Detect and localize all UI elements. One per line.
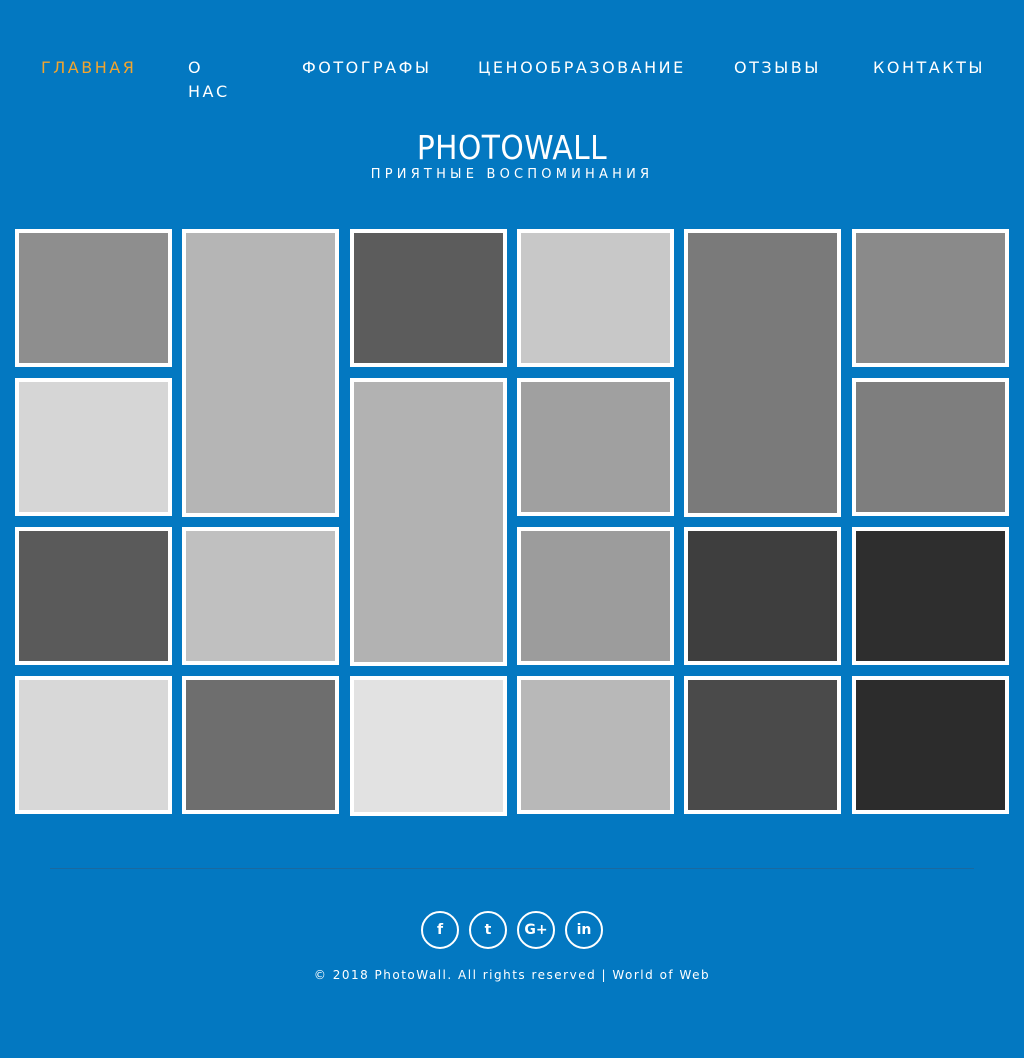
linkedin-icon[interactable]: in [565, 911, 603, 949]
photo-fill [688, 531, 837, 661]
photo-fill [186, 233, 335, 513]
gallery-tile-21[interactable] [852, 676, 1009, 814]
photo-fill [521, 531, 670, 661]
photo-holding-hands-ring [688, 531, 837, 661]
gallery-tile-19[interactable] [517, 676, 674, 814]
photo-couple-sunglasses-lake [521, 382, 670, 512]
photo-fill [521, 680, 670, 810]
photo-wedding-couple-walking [856, 233, 1005, 363]
photo-fill [354, 233, 503, 363]
photo-fill [186, 531, 335, 661]
photo-babies-flower-wreath [19, 680, 168, 810]
photo-fill [19, 680, 168, 810]
photo-fill [856, 233, 1005, 363]
gallery-tile-14[interactable] [684, 527, 841, 665]
photo-woman-wavy-hair [354, 382, 503, 662]
footer-divider [50, 868, 974, 869]
gallery-tile-20[interactable] [684, 676, 841, 814]
photo-woman-portrait [19, 233, 168, 363]
photo-fill [354, 382, 503, 662]
gallery-tile-15[interactable] [852, 527, 1009, 665]
photo-pregnant-couple [856, 382, 1005, 512]
photo-gallery [0, 0, 1024, 830]
photo-mother-baby-window [856, 531, 1005, 661]
photo-fill [856, 531, 1005, 661]
gallery-tile-8[interactable] [350, 378, 507, 666]
photo-laughing-couple [521, 233, 670, 363]
photo-woman-sitting-sunglasses [19, 531, 168, 661]
photo-fill [521, 382, 670, 512]
photo-squirrel-on-tree [688, 680, 837, 810]
facebook-icon[interactable]: f [421, 911, 459, 949]
photo-three-girls-backs [186, 531, 335, 661]
copyright-text: © 2018 PhotoWall. All rights reserved | … [313, 968, 711, 982]
photo-two-women-lying-faces [354, 233, 503, 363]
gallery-tile-18[interactable] [350, 676, 507, 816]
social-links: f t G+ in [0, 911, 1024, 949]
gallery-tile-5[interactable] [684, 229, 841, 517]
gallery-tile-16[interactable] [15, 676, 172, 814]
photo-man-hanging-photos [19, 382, 168, 512]
photo-pug-on-sofa [521, 680, 670, 810]
gallery-tile-3[interactable] [350, 229, 507, 367]
gallery-tile-13[interactable] [517, 527, 674, 665]
photo-wedding-couple-bouquet [688, 233, 837, 513]
photo-fill [856, 680, 1005, 810]
photo-bird-on-hand-snow [354, 680, 503, 812]
photo-fill [19, 382, 168, 512]
photo-fill [688, 233, 837, 513]
gallery-tile-2[interactable] [182, 229, 339, 517]
photo-fill [19, 233, 168, 363]
photo-little-girl-balloons [186, 680, 335, 810]
photo-fill [19, 531, 168, 661]
photo-fill [521, 233, 670, 363]
google-plus-icon[interactable]: G+ [517, 911, 555, 949]
photo-fill [354, 680, 503, 812]
photo-fill [856, 382, 1005, 512]
gallery-tile-10[interactable] [852, 378, 1009, 516]
gallery-tile-9[interactable] [517, 378, 674, 516]
gallery-tile-12[interactable] [182, 527, 339, 665]
gallery-tile-7[interactable] [15, 378, 172, 516]
twitter-icon[interactable]: t [469, 911, 507, 949]
photo-couple-kissing-street [521, 531, 670, 661]
gallery-tile-11[interactable] [15, 527, 172, 665]
photo-fill [186, 680, 335, 810]
gallery-tile-1[interactable] [15, 229, 172, 367]
photo-fill [688, 680, 837, 810]
gallery-tile-6[interactable] [852, 229, 1009, 367]
photo-deer-in-forest [856, 680, 1005, 810]
gallery-tile-17[interactable] [182, 676, 339, 814]
photo-girl-beanie-holding-print [186, 233, 335, 513]
gallery-tile-4[interactable] [517, 229, 674, 367]
